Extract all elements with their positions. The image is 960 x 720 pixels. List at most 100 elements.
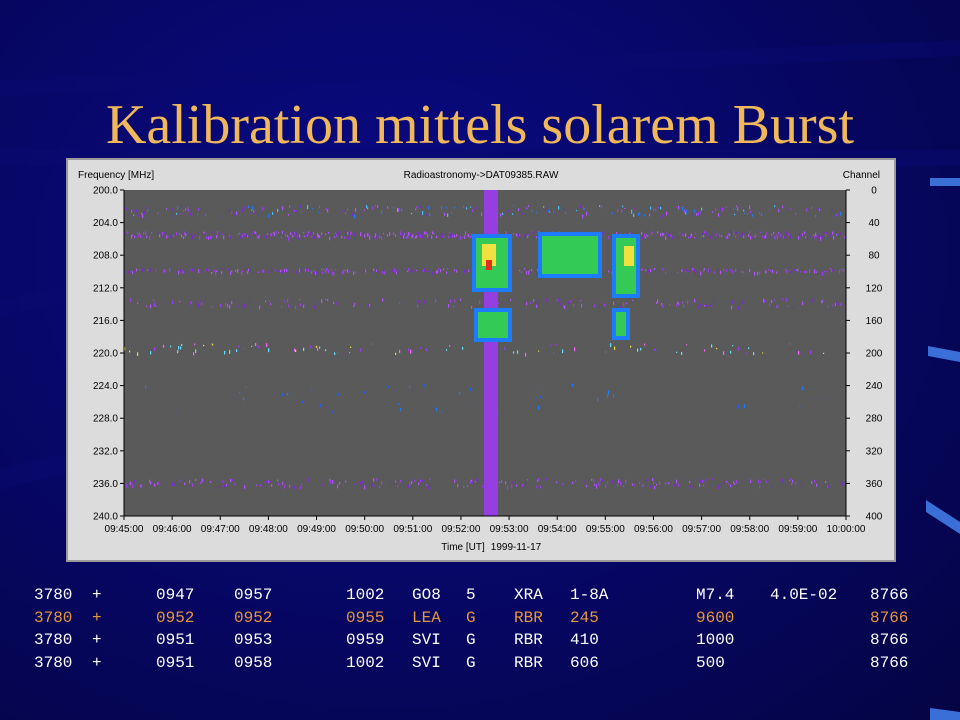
trace-dot <box>538 478 540 482</box>
trace-dot <box>516 233 518 237</box>
trace-dot <box>277 208 279 213</box>
event-cell: G <box>466 608 476 627</box>
trace-dot <box>172 208 174 211</box>
event-cell: + <box>92 586 102 604</box>
trace-dot <box>470 236 472 238</box>
trace-dot <box>453 305 455 308</box>
event-cell: 245 <box>570 608 599 627</box>
trace-dot <box>443 268 445 271</box>
trace-dot <box>247 303 249 305</box>
trace-dot <box>129 350 131 353</box>
trace-dot <box>771 233 773 237</box>
trace-dot <box>524 268 526 270</box>
trace-dot <box>553 211 555 213</box>
trace-dot <box>227 485 229 487</box>
trace-dot <box>300 303 302 307</box>
event-cell: 3780 <box>34 586 73 604</box>
trace-dot <box>271 268 273 271</box>
channel-tick-label: 400 <box>866 512 883 523</box>
trace-dot <box>320 404 322 408</box>
trace-dot <box>698 305 700 309</box>
trace-dot <box>832 231 834 235</box>
trace-dot <box>347 208 349 210</box>
trace-dot <box>581 404 583 406</box>
trace-dot <box>244 206 246 209</box>
trace-dot <box>244 304 246 308</box>
trace-dot <box>749 205 751 210</box>
trace-dot <box>682 269 684 272</box>
trace-dot <box>151 232 153 234</box>
trace-dot <box>644 343 646 346</box>
trace-dot <box>445 233 447 236</box>
trace-dot <box>774 299 776 301</box>
trace-dot <box>753 352 755 356</box>
trace-dot <box>776 271 778 274</box>
trace-dot <box>167 235 169 238</box>
trace-dot <box>381 210 383 214</box>
trace-dot <box>376 235 378 239</box>
trace-dot <box>180 346 182 350</box>
trace-dot <box>706 304 708 308</box>
trace-dot <box>416 269 418 272</box>
trace-dot <box>211 235 213 238</box>
trace-dot <box>409 385 411 388</box>
trace-dot <box>424 300 426 304</box>
trace-dot <box>782 205 784 209</box>
trace-dot <box>229 350 231 354</box>
event-cell: 0951 <box>156 631 195 649</box>
trace-dot <box>602 479 604 482</box>
trace-dot <box>153 299 155 301</box>
trace-dot <box>803 233 805 236</box>
trace-dot <box>259 234 261 238</box>
trace-dot <box>321 299 323 303</box>
trace-dot <box>146 305 148 307</box>
trace-dot <box>310 345 312 349</box>
trace-dot <box>533 299 535 302</box>
trace-dot <box>388 386 390 388</box>
trace-dot <box>681 351 683 356</box>
trace-dot <box>538 405 540 410</box>
trace-dot <box>146 235 148 239</box>
trace-dot <box>635 480 637 483</box>
trace-dot <box>180 213 182 215</box>
trace-dot <box>733 208 735 210</box>
time-tick-label: 09:49:00 <box>297 524 336 535</box>
trace-dot <box>392 269 394 273</box>
burst-hotspot <box>486 260 492 270</box>
trace-dot <box>157 231 159 236</box>
trace-dot <box>789 480 791 482</box>
trace-dot <box>711 232 713 236</box>
trace-dot <box>789 343 791 345</box>
trace-dot <box>767 479 769 483</box>
trace-dot <box>231 211 233 214</box>
trace-dot <box>536 212 538 214</box>
trace-dot <box>314 235 316 240</box>
trace-dot <box>419 211 421 214</box>
trace-dot <box>389 232 391 236</box>
trace-dot <box>729 233 731 236</box>
trace-dot <box>634 207 636 210</box>
channel-tick-label: 80 <box>868 251 880 262</box>
trace-dot <box>314 305 316 309</box>
trace-dot <box>382 271 384 274</box>
trace-dot <box>179 300 181 303</box>
trace-dot <box>584 208 586 210</box>
trace-dot <box>280 269 282 273</box>
trace-dot <box>288 236 290 241</box>
trace-dot <box>353 271 355 276</box>
trace-dot <box>650 206 652 210</box>
event-cell: 0957 <box>234 586 273 604</box>
trace-dot <box>643 484 645 487</box>
trace-dot <box>412 269 414 273</box>
trace-dot <box>307 234 309 238</box>
event-cell: + <box>92 608 102 627</box>
slide-title: Kalibration mittels solarem Burst <box>105 94 855 156</box>
trace-dot <box>726 480 728 483</box>
trace-dot <box>468 269 470 272</box>
trace-dot <box>383 232 385 235</box>
trace-dot <box>832 304 834 307</box>
trace-dot <box>351 209 353 213</box>
trace-dot <box>720 270 722 275</box>
trace-dot <box>252 206 254 210</box>
trace-dot <box>172 482 174 486</box>
